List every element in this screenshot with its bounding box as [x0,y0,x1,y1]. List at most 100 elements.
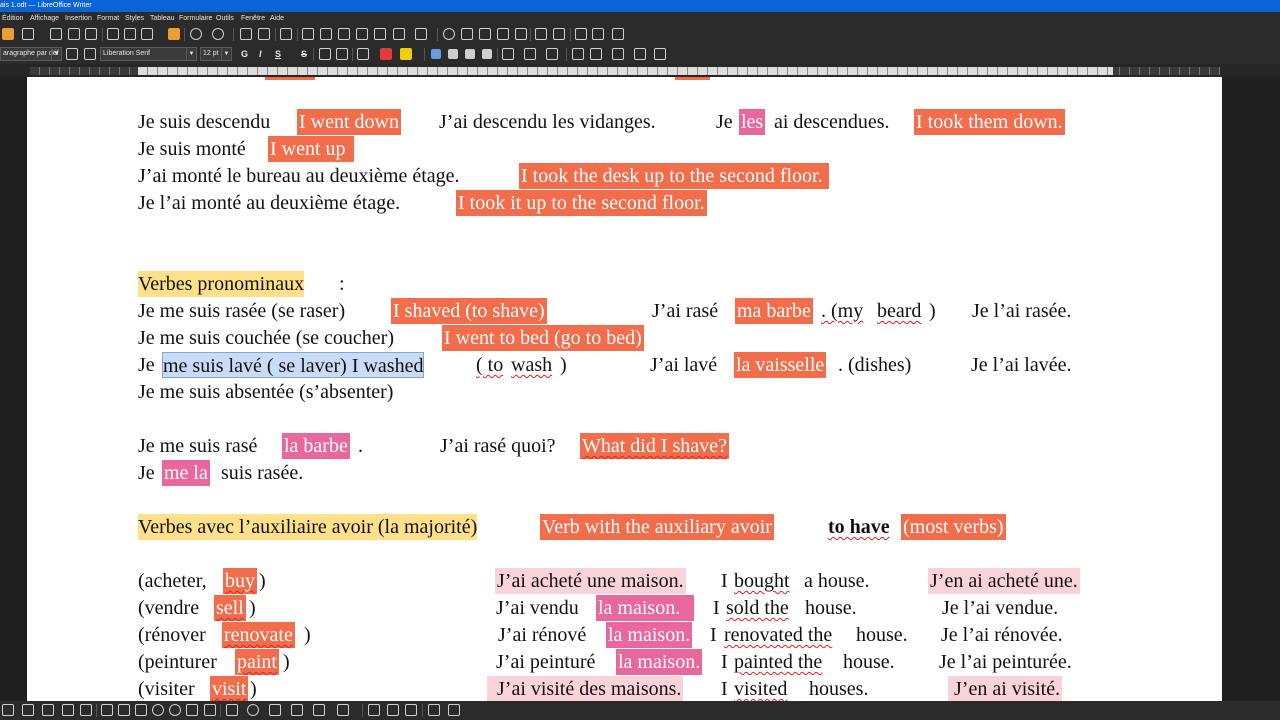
find-replace-icon[interactable] [240,28,252,40]
callout-icon[interactable] [313,704,325,716]
arrow-shapes-icon[interactable] [269,704,281,716]
paste-icon[interactable] [141,28,153,40]
points-icon[interactable] [428,704,440,716]
freeform-icon[interactable] [62,704,74,716]
formatting-marks-icon[interactable] [280,28,292,40]
rectangle-icon[interactable] [101,704,113,716]
flowchart-icon[interactable] [337,704,349,716]
toggle-extrusion-icon[interactable] [448,704,460,716]
numbering-icon[interactable] [524,48,536,60]
line-icon[interactable] [2,704,14,716]
menu-format[interactable]: Format [97,12,119,25]
highlight-yellow: Verbes pronominaux [138,271,305,297]
font-color-icon[interactable] [380,48,392,60]
vertical-scrollbar[interactable] [1222,77,1280,701]
menu-formulaire[interactable]: Formulaire [179,12,212,25]
circle-icon[interactable] [169,704,181,716]
menu-insertion[interactable]: Insertion [65,12,92,25]
chevron-down-icon[interactable]: ▼ [221,48,231,60]
menu-edition[interactable]: Édition [2,12,23,25]
square-icon[interactable] [135,704,147,716]
insert-chart-icon[interactable] [338,28,350,40]
draw-functions-icon[interactable] [612,28,624,40]
open-folder-icon[interactable] [2,28,14,40]
insert-image-icon[interactable] [320,28,332,40]
redo-icon[interactable] [212,28,224,40]
print-icon[interactable] [68,28,80,40]
insert-field-icon[interactable] [393,28,405,40]
strikethrough-button[interactable]: S [301,47,307,61]
menu-fenetre[interactable]: Fenêtre [241,12,265,25]
menu-affichage[interactable]: Affichage [30,12,59,25]
text-selection[interactable]: me suis lavé ( se laver) I washed [162,352,425,378]
paragraph-style-select[interactable]: aragraphe par déf ▼ [0,47,62,61]
highlight-color-icon[interactable] [400,48,412,60]
line-icon[interactable] [575,28,587,40]
update-style-icon[interactable] [66,48,78,60]
hyperlink-icon[interactable] [443,28,455,40]
menu-aide[interactable]: Aide [270,12,284,25]
italic-button[interactable]: I [259,47,262,61]
align-left-icon[interactable] [431,49,441,59]
bold-button[interactable]: G [241,47,248,61]
footnote-icon[interactable] [461,28,473,40]
pen-icon[interactable] [80,704,92,716]
fontwork-icon[interactable] [387,704,399,716]
diamond-icon[interactable] [226,704,238,716]
right-triangle-icon[interactable] [204,704,216,716]
special-character-icon[interactable] [415,28,427,40]
menu-styles[interactable]: Styles [125,12,144,25]
paragraph-spacing-icon[interactable] [612,48,624,60]
bullets-icon[interactable] [502,48,514,60]
insert-table-icon[interactable] [302,28,314,40]
frame-icon[interactable] [405,704,417,716]
cut-icon[interactable] [107,28,119,40]
rounded-rectangle-icon[interactable] [118,704,130,716]
insert-textbox-icon[interactable] [356,28,368,40]
copy-icon[interactable] [124,28,136,40]
bookmark-icon[interactable] [497,28,509,40]
menu-outils[interactable]: Outils [216,12,234,25]
decrease-indent-icon[interactable] [590,48,602,60]
page-break-icon[interactable] [374,28,386,40]
undo-icon[interactable] [190,28,202,40]
track-changes-icon[interactable] [553,28,565,40]
menu-tableau[interactable]: Tableau [150,12,175,25]
ellipse-icon[interactable] [152,704,164,716]
export-pdf-icon[interactable] [50,28,62,40]
textbox-icon[interactable] [368,704,380,716]
document-page[interactable]: Je suis descendu I went down J’ai descen… [27,77,1222,701]
endnote-icon[interactable] [479,28,491,40]
chevron-down-icon[interactable]: ▼ [186,48,196,60]
print-preview-icon[interactable] [85,28,97,40]
clone-formatting-icon[interactable] [168,28,180,40]
line-spacing-icon[interactable] [634,48,646,60]
smiley-icon[interactable] [247,704,259,716]
justify-icon[interactable] [482,49,492,59]
spelling-icon[interactable] [258,28,270,40]
star-icon[interactable] [291,704,303,716]
highlight-orange: I went to bed (go to bed) [442,325,644,351]
new-style-icon[interactable] [84,48,96,60]
subscript-icon[interactable] [336,48,348,60]
polygon-icon[interactable] [42,704,54,716]
horizontal-ruler[interactable] [0,64,1280,77]
chevron-down-icon[interactable]: ▼ [51,48,61,60]
font-name-select[interactable]: Liberation Serif ▼ [100,47,197,61]
align-right-icon[interactable] [465,49,475,59]
comment-icon[interactable] [535,28,547,40]
clear-formatting-icon[interactable] [357,48,369,60]
underline-button[interactable]: S [275,47,281,61]
align-center-icon[interactable] [448,49,458,59]
increase-spacing-icon[interactable] [654,48,666,60]
increase-indent-icon[interactable] [572,48,584,60]
curve-icon[interactable] [22,704,34,716]
shapes-icon[interactable] [592,28,604,40]
triangle-icon[interactable] [186,704,198,716]
cross-reference-icon[interactable] [515,28,527,40]
outline-icon[interactable] [546,48,558,60]
superscript-icon[interactable] [319,48,331,60]
highlight-orange: visit [210,676,249,701]
font-size-select[interactable]: 12 pt ▼ [200,47,232,61]
save-icon[interactable] [22,28,34,40]
